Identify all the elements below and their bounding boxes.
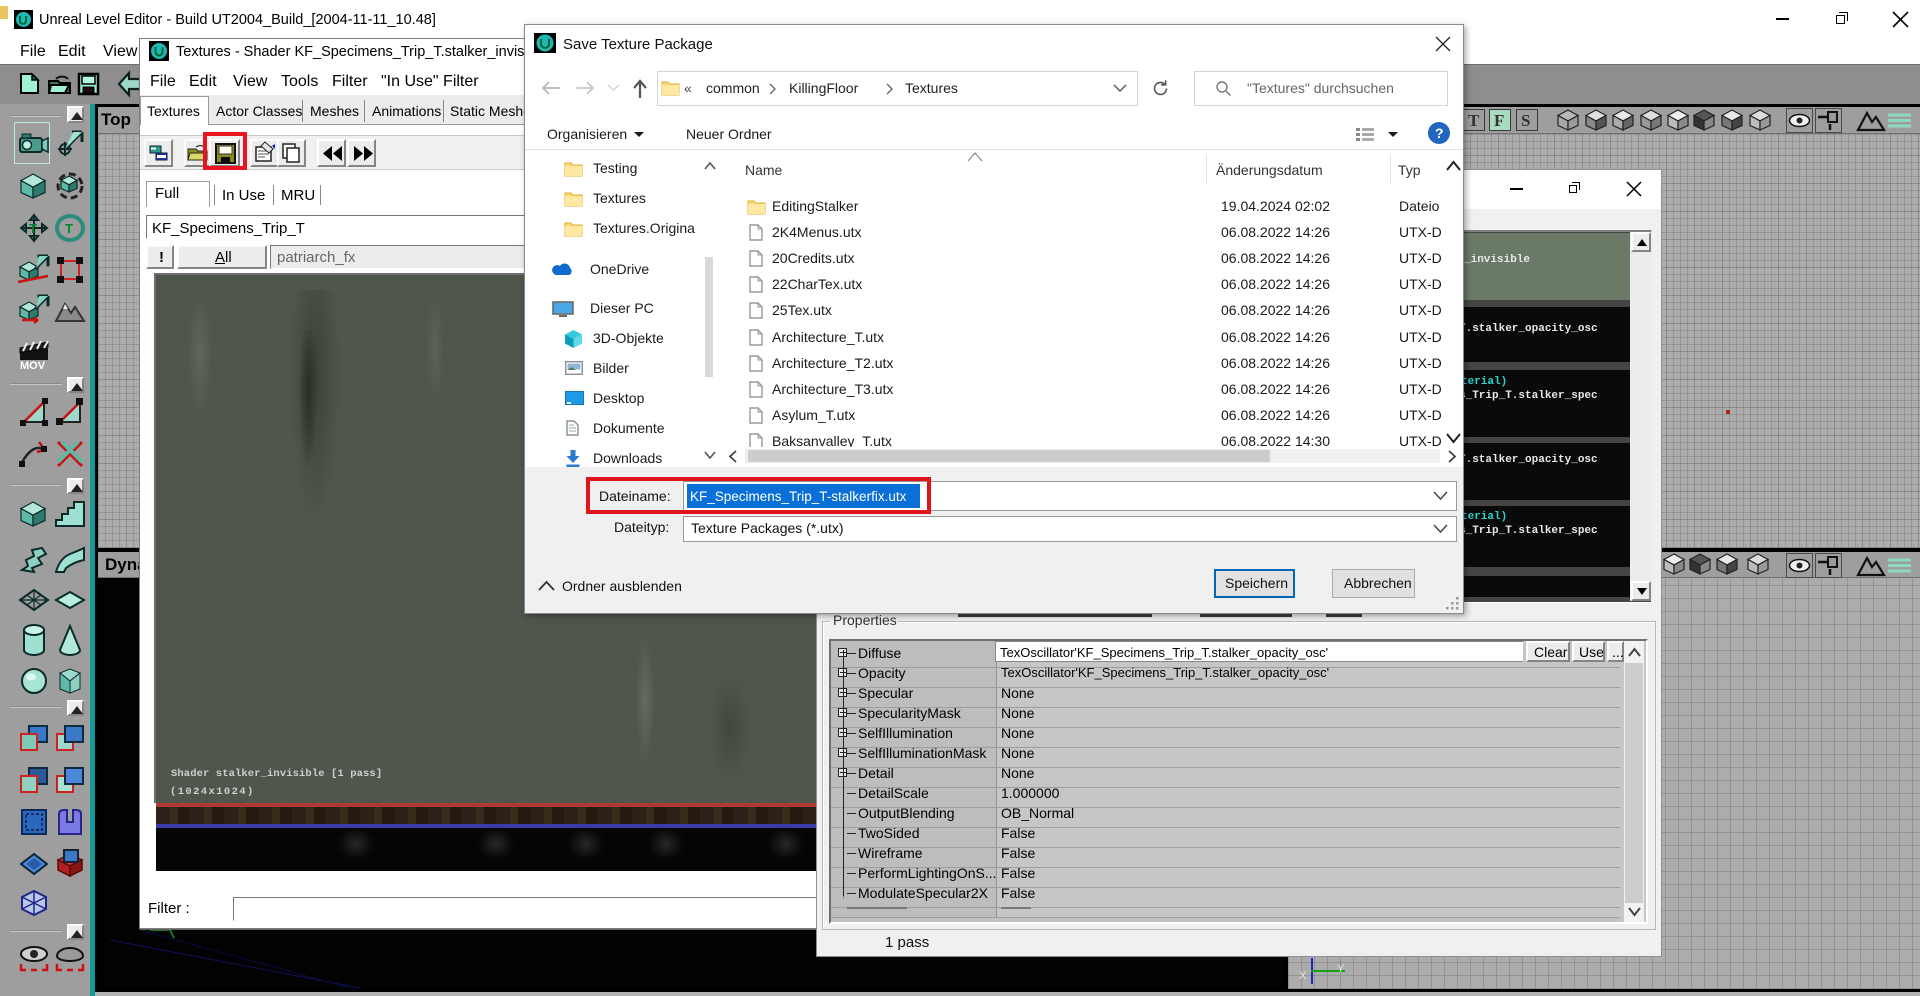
- svg-text:T: T: [65, 221, 73, 236]
- svg-text:T: T: [29, 221, 37, 236]
- svg-text:MOV: MOV: [20, 360, 46, 372]
